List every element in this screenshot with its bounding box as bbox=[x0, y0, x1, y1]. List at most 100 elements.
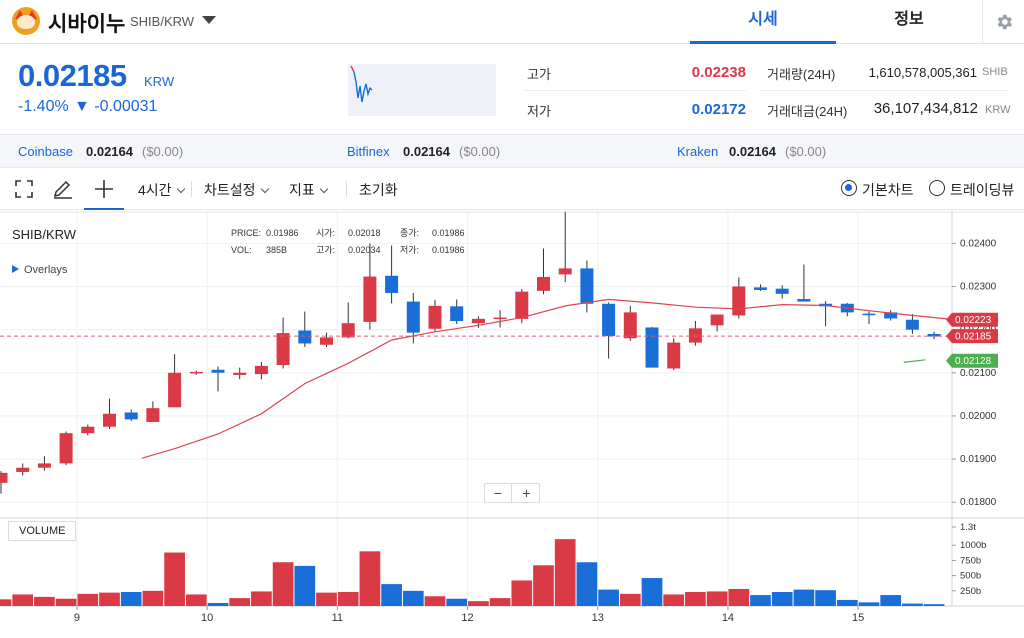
exchange-name[interactable]: Bitfinex bbox=[347, 144, 390, 159]
fullscreen-icon[interactable] bbox=[14, 179, 34, 204]
volume-bar bbox=[880, 595, 902, 606]
tab-price[interactable]: 시세 bbox=[690, 0, 836, 44]
volume-bar bbox=[858, 602, 880, 606]
crosshair-icon[interactable] bbox=[94, 179, 114, 199]
exchange-name[interactable]: Kraken bbox=[677, 144, 718, 159]
candle-body bbox=[754, 287, 767, 290]
chevron-down-icon bbox=[260, 184, 269, 194]
volume-bar bbox=[337, 592, 359, 606]
exchange-name[interactable]: Coinbase bbox=[18, 144, 73, 159]
settings-button[interactable] bbox=[982, 0, 1024, 44]
volume-bar bbox=[815, 590, 836, 606]
exchange-usd: ($0.00) bbox=[459, 144, 501, 159]
turnover-value: 36,107,434,812 bbox=[873, 100, 978, 117]
volume-bar bbox=[185, 594, 207, 606]
price-tick-label: 0.02000 bbox=[960, 411, 997, 422]
candle-body bbox=[493, 317, 507, 320]
exchange-usd: ($0.00) bbox=[785, 144, 827, 159]
interval-dropdown[interactable]: 4시간 bbox=[138, 180, 185, 200]
chart-settings-dropdown[interactable]: 차트설정 bbox=[204, 180, 269, 200]
volume-bar bbox=[489, 598, 511, 606]
volume-bar bbox=[902, 603, 923, 606]
volume-bar bbox=[164, 552, 185, 606]
price-tick-label: 0.02400 bbox=[960, 238, 997, 249]
date-tick-label: 10 bbox=[201, 612, 213, 624]
candle-body bbox=[775, 288, 789, 294]
chevron-down-icon bbox=[176, 184, 185, 194]
radio-tradingview[interactable] bbox=[929, 180, 945, 196]
candle-body bbox=[797, 299, 811, 302]
shiba-logo-icon bbox=[12, 7, 40, 35]
header-bar: 시바이누 SHIB/KRW 시세 정보 bbox=[0, 0, 1024, 44]
volume-tick-label: 1000b bbox=[960, 540, 986, 551]
candle-body bbox=[233, 372, 247, 375]
candle-body bbox=[515, 291, 529, 319]
volume-bar bbox=[207, 602, 229, 606]
price-label: PRICE: bbox=[231, 228, 262, 238]
volume-tick-label: 500b bbox=[960, 571, 981, 582]
vol-value: 385B bbox=[266, 245, 288, 255]
volume-bar bbox=[923, 604, 945, 606]
date-tick-label: 14 bbox=[722, 612, 734, 624]
gear-icon[interactable] bbox=[994, 12, 1014, 32]
candle-body bbox=[168, 372, 182, 408]
triangle-right-icon bbox=[12, 265, 19, 273]
candle-body bbox=[471, 318, 485, 324]
candle-body bbox=[16, 467, 30, 473]
price-tick-label: 0.02300 bbox=[960, 282, 997, 293]
volume-bar bbox=[576, 562, 598, 606]
candle-body bbox=[537, 277, 550, 291]
candle-body bbox=[276, 333, 290, 366]
volume-tick-label: 250b bbox=[960, 586, 981, 597]
coin-pair[interactable]: SHIB/KRW bbox=[130, 14, 194, 29]
tradingview-label[interactable]: 트레이딩뷰 bbox=[950, 180, 1014, 200]
open-value: 0.02018 bbox=[348, 228, 381, 238]
exchange-usd: ($0.00) bbox=[142, 144, 184, 159]
price-unit: KRW bbox=[144, 74, 175, 89]
indicators-dropdown[interactable]: 지표 bbox=[289, 180, 329, 200]
volume-bar bbox=[468, 601, 489, 606]
reset-button[interactable]: 초기화 bbox=[359, 180, 398, 200]
volume-bar bbox=[771, 592, 793, 606]
overlays-toggle[interactable]: Overlays bbox=[12, 264, 67, 276]
current-price: 0.02185 bbox=[18, 58, 127, 93]
candle-body bbox=[298, 330, 312, 344]
volume-bar bbox=[34, 596, 55, 606]
interval-label: 4시간 bbox=[138, 182, 172, 198]
candle-body bbox=[385, 275, 399, 293]
chart-area[interactable]: 0.024000.023000.022000.021000.020000.019… bbox=[0, 211, 1024, 633]
volume-bar bbox=[836, 599, 858, 606]
volume-unit: SHIB bbox=[982, 66, 1008, 78]
volume-bar bbox=[750, 595, 771, 606]
price-tag-label: 0.02223 bbox=[955, 315, 992, 326]
divider bbox=[346, 181, 347, 197]
pencil-icon[interactable] bbox=[52, 179, 74, 204]
radio-basic-chart[interactable] bbox=[841, 180, 857, 196]
candle-body bbox=[905, 319, 919, 330]
high-value: 0.02238 bbox=[691, 64, 746, 81]
chart-toolbar: 4시간 차트설정 지표 초기화 기본차트 트레이딩뷰 bbox=[0, 168, 1024, 210]
tab-info[interactable]: 정보 bbox=[836, 0, 982, 44]
high-value: 0.02034 bbox=[348, 245, 381, 255]
crosshair-button[interactable] bbox=[84, 168, 124, 210]
zoom-in-button[interactable]: + bbox=[513, 484, 540, 502]
volume-bar bbox=[77, 593, 99, 606]
candle-body bbox=[189, 371, 203, 374]
volume-bar bbox=[424, 596, 446, 606]
candle-body bbox=[558, 268, 572, 275]
high-label: 고가: bbox=[316, 245, 336, 255]
candlestick-chart[interactable]: 0.024000.023000.022000.021000.020000.019… bbox=[0, 211, 1024, 633]
candle-body bbox=[688, 328, 702, 343]
candle-body bbox=[81, 426, 95, 434]
price-tag-label: 0.02128 bbox=[955, 356, 992, 367]
basic-chart-label[interactable]: 기본차트 bbox=[862, 180, 914, 200]
volume-bar bbox=[251, 591, 272, 606]
sparkline-blue bbox=[353, 71, 373, 103]
change-rate: -1.40% bbox=[18, 98, 69, 115]
date-tick-label: 9 bbox=[74, 612, 80, 624]
date-tick-label: 13 bbox=[592, 612, 604, 624]
price-tick-label: 0.02100 bbox=[960, 368, 997, 379]
triangle-down-icon[interactable] bbox=[202, 16, 216, 24]
zoom-out-button[interactable]: − bbox=[485, 484, 512, 502]
volume-bar bbox=[316, 592, 337, 606]
